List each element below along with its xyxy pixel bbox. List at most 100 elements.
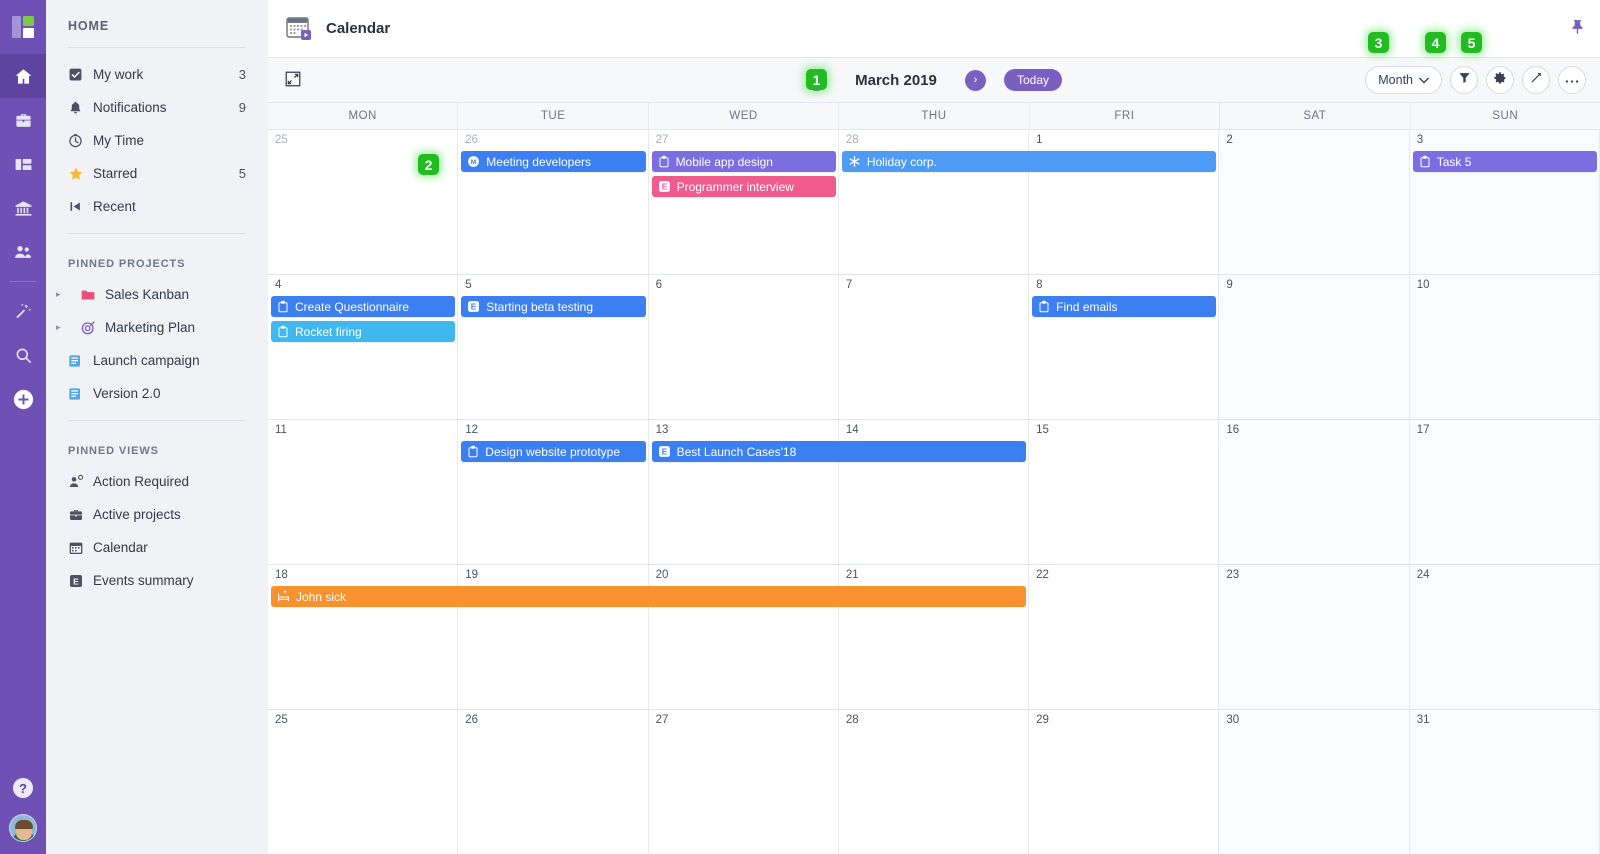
sidebar-view-label: Active projects (93, 507, 181, 522)
sidebar-item-count: 3 (238, 67, 246, 82)
sidebar-view-active-projects[interactable]: Active projects (68, 498, 246, 531)
calendar-event[interactable]: Create Questionnaire (271, 296, 456, 317)
filter-button[interactable] (1450, 66, 1478, 94)
board-icon (68, 353, 93, 369)
calendar-day-cell[interactable]: 26 (458, 710, 649, 854)
help-icon[interactable]: ? (13, 778, 33, 798)
calendar-event[interactable]: Rocket firing (271, 321, 456, 342)
fullscreen-icon[interactable] (284, 70, 304, 90)
today-button[interactable]: Today (1003, 69, 1063, 91)
calendar-day-cell[interactable]: 16 (1219, 420, 1410, 564)
magic-wand-icon (14, 302, 33, 321)
rail-item-home[interactable] (0, 54, 46, 98)
svg-text:M: M (471, 159, 476, 166)
day-number: 6 (655, 279, 662, 291)
sidebar-view-events-summary[interactable]: E Events summary (68, 564, 246, 597)
calendar-event[interactable]: Find emails (1032, 296, 1217, 317)
calendar-event[interactable]: Task 5 (1412, 151, 1597, 172)
page-header: Calendar (268, 0, 1600, 58)
rail-item-add[interactable] (0, 377, 46, 421)
calendar-day-cell[interactable]: 15 (1029, 420, 1220, 564)
event-title: Find emails (1056, 299, 1118, 314)
day-number: 19 (465, 569, 479, 581)
day-header-fri: FRI (1030, 103, 1221, 129)
chevron-right-icon[interactable]: ▸ (56, 290, 68, 299)
chevron-right-icon[interactable]: ▸ (56, 323, 68, 332)
pencil-icon (1530, 71, 1543, 89)
calendar-day-cell[interactable]: 11 (268, 420, 459, 564)
rail-item-briefcase[interactable] (0, 98, 46, 142)
rail-item-magic[interactable] (0, 289, 46, 333)
calendar-day-cell[interactable]: 22 (1029, 565, 1220, 709)
rail-item-people[interactable] (0, 230, 46, 274)
sidebar-project-launch-campaign[interactable]: Launch campaign (68, 344, 246, 377)
next-month-button[interactable]: › (964, 69, 986, 91)
sidebar-item-my-time[interactable]: My Time (68, 124, 246, 157)
search-icon (14, 346, 33, 365)
badge-e-icon: E (467, 300, 480, 313)
more-button[interactable] (1558, 66, 1586, 94)
calendar-event[interactable]: E Starting beta testing (461, 296, 646, 317)
sidebar-project-sales-kanban[interactable]: ▸ Sales Kanban (56, 278, 246, 311)
calendar-day-cell[interactable]: 23 (1219, 565, 1410, 709)
calendar-toolbar: ‹ March 2019 › Today Month (268, 58, 1600, 103)
calendar-day-cell[interactable]: 2 (1219, 130, 1410, 274)
calendar-event[interactable]: E Best Launch Cases'18 (651, 441, 1027, 462)
calendar-day-cell[interactable]: 28 (838, 710, 1030, 854)
edit-button[interactable] (1522, 66, 1550, 94)
target-icon (80, 320, 105, 336)
rail-bottom: ? (0, 778, 46, 842)
pinned-views-header: PINNED VIEWS (68, 445, 159, 457)
sidebar-project-marketing-plan[interactable]: ▸ Marketing Plan (56, 311, 246, 344)
svg-text:E: E (661, 182, 667, 191)
sidebar-item-notifications[interactable]: Notifications 9 (68, 91, 246, 124)
calendar-day-cell[interactable]: 30 (1219, 710, 1410, 854)
avatar[interactable] (9, 814, 37, 842)
calendar-day-cell[interactable]: 10 (1409, 275, 1600, 419)
calendar-event[interactable]: Design website prototype (461, 441, 646, 462)
sidebar-item-starred[interactable]: Starred 5 (68, 157, 246, 190)
calendar-day-cell[interactable]: 25 (268, 710, 459, 854)
event-title: Design website prototype (485, 444, 621, 459)
sidebar-view-action-required[interactable]: Action Required (68, 465, 246, 498)
sidebar-item-recent[interactable]: Recent (68, 190, 246, 223)
sidebar-project-version-2[interactable]: Version 2.0 (68, 377, 246, 410)
rail-divider (10, 281, 36, 282)
calendar-day-cell[interactable]: 25 (268, 130, 459, 274)
rail-item-dashboard[interactable] (0, 142, 46, 186)
user-alert-icon (68, 474, 93, 490)
ellipsis-icon (1565, 71, 1579, 89)
rail-item-search[interactable] (0, 333, 46, 377)
sidebar-view-label: Events summary (93, 573, 194, 588)
calendar-day-cell[interactable]: 29 (1029, 710, 1220, 854)
calendar-day-cell[interactable]: 9 (1219, 275, 1410, 419)
calendar-event[interactable]: John sick (271, 586, 1027, 607)
sidebar-item-my-work[interactable]: My work 3 (68, 58, 246, 91)
calendar-event[interactable]: Mobile app design (651, 151, 836, 172)
calendar-event[interactable]: Holiday corp. (841, 151, 1217, 172)
home-icon (14, 67, 33, 86)
app-logo[interactable] (0, 0, 46, 54)
clipboard-icon (1419, 155, 1431, 168)
calendar-day-cell[interactable]: 24 (1409, 565, 1600, 709)
view-mode-select[interactable]: Month (1365, 66, 1442, 94)
day-number: 17 (1416, 424, 1430, 436)
calendar-day-cell[interactable]: 27 (648, 710, 839, 854)
folder-icon (80, 287, 105, 303)
day-header-sun: SUN (1492, 110, 1519, 122)
settings-button[interactable] (1486, 66, 1514, 94)
calendar-event[interactable]: E Programmer interview (651, 176, 836, 197)
day-number: 7 (845, 279, 853, 291)
calendar-day-cell[interactable]: 6 (648, 275, 839, 419)
day-number: 1 (1036, 134, 1043, 146)
calendar-event[interactable]: M Meeting developers (461, 151, 646, 172)
icon-rail: ? (0, 0, 46, 854)
calendar-day-cell[interactable]: 31 (1409, 710, 1600, 854)
rail-item-bank[interactable] (0, 186, 46, 230)
app-root: ? HOME My work 3 Notifications 9 My Time… (0, 0, 1600, 854)
calendar-day-cell[interactable]: 17 (1409, 420, 1600, 564)
pin-icon[interactable] (1569, 18, 1586, 40)
clipboard-icon (1038, 300, 1050, 313)
calendar-day-cell[interactable]: 7 (838, 275, 1030, 419)
sidebar-view-calendar[interactable]: Calendar (68, 531, 246, 564)
